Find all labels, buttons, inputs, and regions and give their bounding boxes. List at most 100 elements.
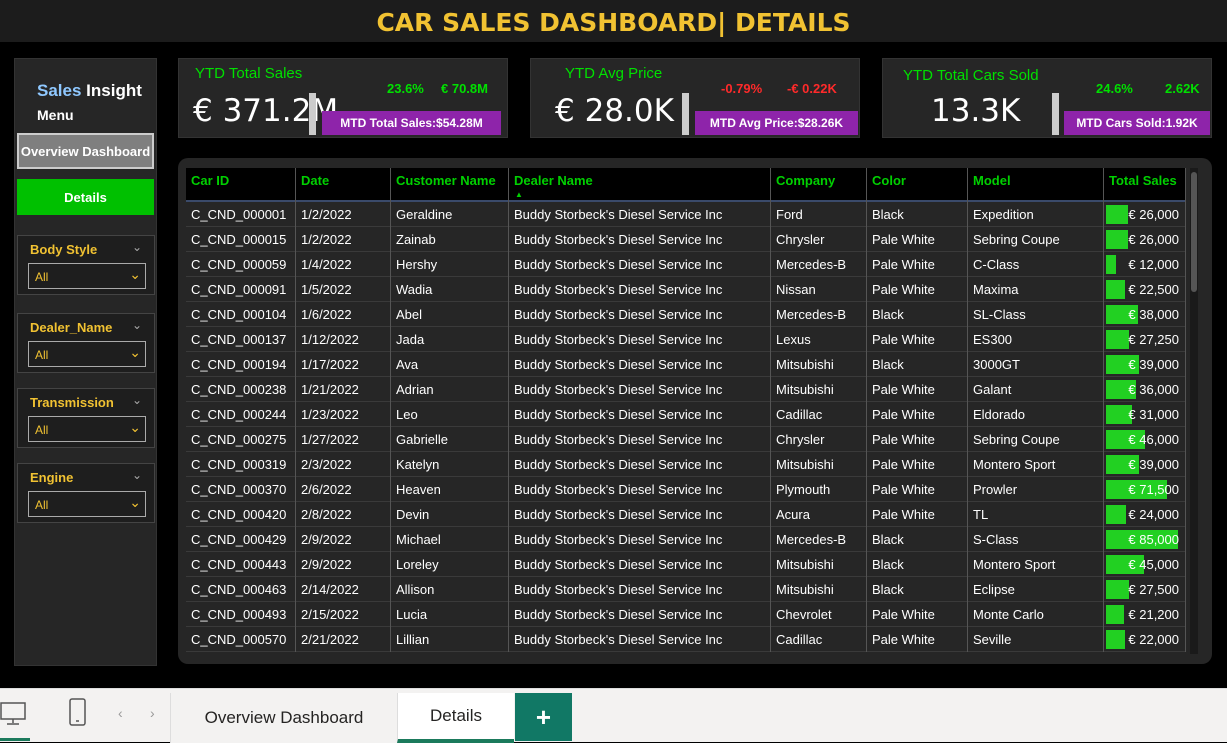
- scrollbar-thumb[interactable]: [1191, 172, 1197, 292]
- col-color-cell: Pale White: [867, 327, 968, 352]
- body-style-dropdown[interactable]: All ⌄: [28, 263, 146, 289]
- chevron-down-icon[interactable]: ⌄: [132, 240, 142, 254]
- table-body[interactable]: C_CND_000001 1/2/2022 Geraldine Buddy Storb…: [186, 202, 1186, 658]
- table-row[interactable]: C_CND_000370 2/6/2022 Heaven Buddy Storbeck…: [186, 477, 1186, 502]
- kpi-mtd-badge: MTD Avg Price:$28.26K: [695, 111, 858, 135]
- sales-data-bar: [1106, 630, 1125, 649]
- col-customer-name-cell: Leo: [391, 402, 509, 427]
- col-model-header[interactable]: Model: [968, 168, 1104, 202]
- table-row[interactable]: C_CND_000493 2/15/2022 Lucia Buddy Storbeck…: [186, 602, 1186, 627]
- col-dealer-name-cell: Buddy Storbeck's Diesel Service Inc: [509, 627, 771, 652]
- table-row[interactable]: C_CND_000275 1/27/2022 Gabrielle Buddy Stor…: [186, 427, 1186, 452]
- col-date-cell: 2/8/2022: [296, 502, 391, 527]
- chevron-down-icon[interactable]: ⌄: [132, 468, 142, 482]
- col-model-cell: Eldorado: [968, 402, 1104, 427]
- col-car-id-cell: C_CND_000275: [186, 427, 296, 452]
- col-total-sales-cell: € 27,250: [1104, 327, 1186, 352]
- col-dealer-name-cell: Buddy Storbeck's Diesel Service Inc: [509, 377, 771, 402]
- slicer-title: Body Style: [30, 242, 98, 257]
- dealer-name-dropdown[interactable]: All ⌄: [28, 341, 146, 367]
- transmission-dropdown[interactable]: All ⌄: [28, 416, 146, 442]
- table-row[interactable]: C_CND_000443 2/9/2022 Loreley Buddy Storbec…: [186, 552, 1186, 577]
- sort-ascending-icon: ▲: [515, 190, 523, 199]
- col-date-cell: 1/12/2022: [296, 327, 391, 352]
- col-dealer-name-header[interactable]: Dealer Name ▲: [509, 168, 771, 202]
- col-customer-name-cell: Geraldine: [391, 202, 509, 227]
- add-page-button[interactable]: +: [515, 693, 572, 741]
- desktop-view-icon[interactable]: [0, 701, 28, 727]
- table-row[interactable]: C_CND_000244 1/23/2022 Leo Buddy Storbeck's…: [186, 402, 1186, 427]
- col-company-cell: Mitsubishi: [771, 377, 867, 402]
- col-total-sales-cell: € 71,500: [1104, 477, 1186, 502]
- mobile-view-icon[interactable]: [68, 698, 88, 728]
- page-tab-bar: ‹ › Overview Dashboard Details +: [0, 688, 1227, 743]
- sales-value: € 12,000: [1128, 257, 1179, 272]
- menu-label: Menu: [37, 107, 74, 123]
- table-row[interactable]: C_CND_000570 2/21/2022 Lillian Buddy Storbe…: [186, 627, 1186, 652]
- col-color-cell: Pale White: [867, 427, 968, 452]
- sales-value: € 22,000: [1128, 632, 1179, 647]
- table-row[interactable]: C_CND_000420 2/8/2022 Devin Buddy Storbeck'…: [186, 502, 1186, 527]
- overview-dashboard-button[interactable]: Overview Dashboard: [17, 133, 154, 169]
- col-dealer-name-cell: Buddy Storbeck's Diesel Service Inc: [509, 402, 771, 427]
- sales-value: € 27,250: [1128, 332, 1179, 347]
- table-row[interactable]: C_CND_000194 1/17/2022 Ava Buddy Storbeck's…: [186, 352, 1186, 377]
- col-total-sales-cell: € 45,000: [1104, 552, 1186, 577]
- table-row[interactable]: C_CND_000059 1/4/2022 Hershy Buddy Storbeck…: [186, 252, 1186, 277]
- col-dealer-name-cell: Buddy Storbeck's Diesel Service Inc: [509, 352, 771, 377]
- engine-dropdown[interactable]: All ⌄: [28, 491, 146, 517]
- table-row[interactable]: C_CND_000238 1/21/2022 Adrian Buddy Storbec…: [186, 377, 1186, 402]
- kpi-ytd-avg-price: YTD Avg Price € 28.0K -0.79% -€ 0.22K MT…: [530, 58, 860, 138]
- sales-value: € 31,000: [1128, 407, 1179, 422]
- col-model-cell: Seville: [968, 627, 1104, 652]
- chevron-left-icon[interactable]: ‹: [118, 705, 123, 721]
- col-car-id-header[interactable]: Car ID: [186, 168, 296, 202]
- chevron-right-icon[interactable]: ›: [150, 705, 155, 721]
- sales-value: € 26,000: [1128, 207, 1179, 222]
- vertical-scrollbar[interactable]: [1190, 168, 1198, 654]
- col-date-cell: 2/3/2022: [296, 452, 391, 477]
- col-model-cell: Maxima: [968, 277, 1104, 302]
- col-company-header[interactable]: Company: [771, 168, 867, 202]
- tab-overview-dashboard[interactable]: Overview Dashboard: [170, 693, 397, 743]
- table-row[interactable]: C_CND_000137 1/12/2022 Jada Buddy Storbeck'…: [186, 327, 1186, 352]
- kpi-divider-bar: [309, 93, 316, 135]
- chevron-down-icon[interactable]: ⌄: [132, 393, 142, 407]
- table-row[interactable]: C_CND_000104 1/6/2022 Abel Buddy Storbeck's…: [186, 302, 1186, 327]
- kpi-value: € 371.2M: [193, 93, 339, 129]
- details-button[interactable]: Details: [17, 179, 154, 215]
- table-row[interactable]: C_CND_000015 1/2/2022 Zainab Buddy Storbeck…: [186, 227, 1186, 252]
- tab-details[interactable]: Details: [397, 693, 514, 743]
- col-total-sales-cell: € 31,000: [1104, 402, 1186, 427]
- col-total-sales-cell: € 21,200: [1104, 602, 1186, 627]
- table-row[interactable]: C_CND_000091 1/5/2022 Wadia Buddy Storbeck'…: [186, 277, 1186, 302]
- col-customer-name-header[interactable]: Customer Name: [391, 168, 509, 202]
- kpi-mtd-badge: MTD Cars Sold:1.92K: [1064, 111, 1210, 135]
- sales-value: € 46,000: [1128, 432, 1179, 447]
- sales-value: € 26,000: [1128, 232, 1179, 247]
- table-row[interactable]: C_CND_000319 2/3/2022 Katelyn Buddy Storbec…: [186, 452, 1186, 477]
- col-company-cell: Chevrolet: [771, 602, 867, 627]
- brand-rest: Insight: [81, 81, 142, 100]
- col-color-cell: Black: [867, 352, 968, 377]
- table-row[interactable]: C_CND_000001 1/2/2022 Geraldine Buddy Storb…: [186, 202, 1186, 227]
- col-model-cell: Expedition: [968, 202, 1104, 227]
- col-dealer-name-cell: Buddy Storbeck's Diesel Service Inc: [509, 252, 771, 277]
- table-row[interactable]: C_CND_000463 2/14/2022 Allison Buddy Storbe…: [186, 577, 1186, 602]
- col-date-cell: 1/17/2022: [296, 352, 391, 377]
- col-customer-name-cell: Wadia: [391, 277, 509, 302]
- col-company-cell: Mercedes-B: [771, 302, 867, 327]
- col-company-cell: Mercedes-B: [771, 252, 867, 277]
- table-row[interactable]: C_CND_000429 2/9/2022 Michael Buddy Storbec…: [186, 527, 1186, 552]
- col-total-sales-cell: € 27,500: [1104, 577, 1186, 602]
- kpi-pct-change: 24.6%: [1096, 81, 1133, 96]
- brand-title: Sales Insight: [37, 81, 142, 101]
- col-total-sales-cell: € 46,000: [1104, 427, 1186, 452]
- slicer-title: Engine: [30, 470, 74, 485]
- chevron-down-icon: ⌄: [129, 494, 141, 510]
- col-car-id-cell: C_CND_000420: [186, 502, 296, 527]
- chevron-down-icon[interactable]: ⌄: [132, 318, 142, 332]
- col-date-header[interactable]: Date: [296, 168, 391, 202]
- col-total-sales-header[interactable]: Total Sales: [1104, 168, 1186, 202]
- col-color-header[interactable]: Color: [867, 168, 968, 202]
